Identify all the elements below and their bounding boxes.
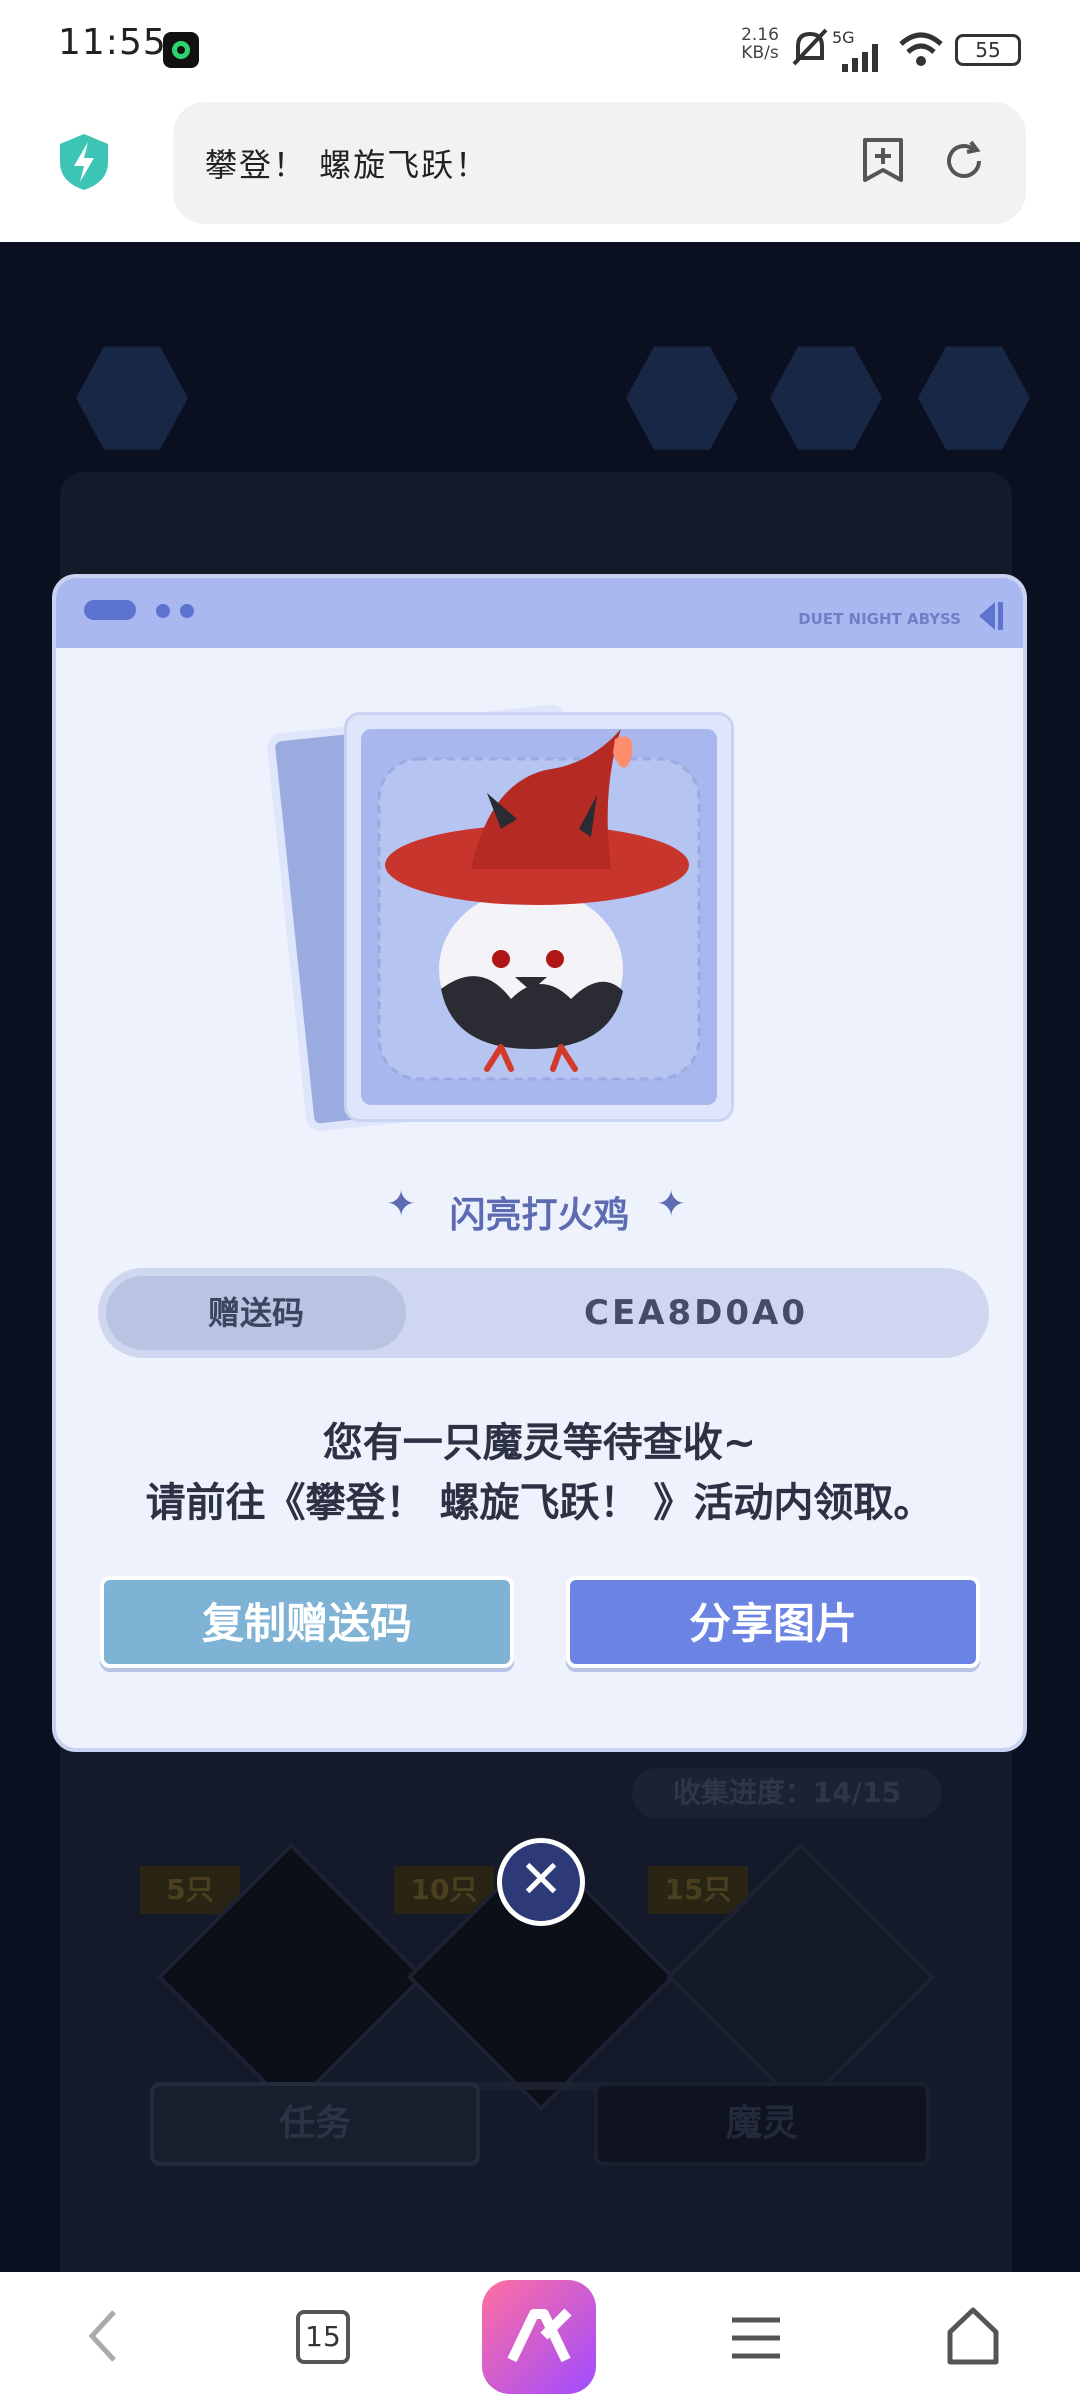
- home-icon[interactable]: [76, 346, 188, 450]
- wifi-icon: [898, 32, 944, 68]
- music-icon[interactable]: [770, 346, 882, 450]
- add-bookmark-icon[interactable]: [861, 136, 905, 184]
- gift-code-value[interactable]: CEA8D0A0: [476, 1276, 916, 1350]
- header-dot-icon: [180, 604, 194, 618]
- message-line-2: 请前往《攀登！ 螺旋飞跃！ 》活动内领取。: [145, 1480, 934, 1526]
- status-bar: 11:55 2.16 KB/s 5G 55: [0, 0, 1080, 96]
- tab-spirits[interactable]: 魔灵: [594, 2082, 930, 2166]
- sparkle-icon: ✦: [386, 1184, 417, 1225]
- ai-assistant-icon[interactable]: [482, 2280, 596, 2394]
- refresh-icon[interactable]: [941, 138, 987, 184]
- tabs-button[interactable]: 15: [296, 2310, 350, 2364]
- browser-bottom-bar: 15: [0, 2272, 1080, 2400]
- character-name: ✦ 闪亮打火鸡 ✦: [56, 1184, 1023, 1238]
- milestone-15: 15只: [648, 1866, 748, 1914]
- brand-text: DUET NIGHT ABYSS: [798, 610, 961, 628]
- music-app-icon: [163, 32, 199, 68]
- spirit-card: [344, 712, 734, 1122]
- share-icon[interactable]: [918, 346, 1030, 450]
- header-dot-icon: [156, 604, 170, 618]
- signal-icon: [840, 44, 884, 72]
- gift-code-dialog: DUET NIGHT ABYSS ✦ 闪亮打火鸡 ✦ 赠送码 CEA8D0A0 …: [52, 574, 1027, 1752]
- message-line-1: 您有一只魔灵等待查收~: [322, 1420, 757, 1466]
- net-speed-unit: KB/s: [741, 43, 779, 63]
- sparkle-icon: ✦: [656, 1184, 687, 1225]
- header-pill-icon: [84, 600, 136, 620]
- clock: 11:55: [58, 22, 167, 63]
- page-title[interactable]: 攀登！ 螺旋飞跃！: [205, 140, 489, 186]
- help-icon[interactable]: [626, 346, 738, 450]
- battery-indicator: 55: [955, 34, 1021, 66]
- mute-icon: [790, 26, 830, 70]
- character-name-text: 闪亮打火鸡: [449, 1195, 630, 1236]
- menu-icon[interactable]: [730, 2316, 782, 2360]
- fire-chicken-icon: [377, 729, 701, 1081]
- close-icon[interactable]: ✕: [497, 1838, 585, 1926]
- dialog-header: DUET NIGHT ABYSS: [56, 578, 1023, 648]
- progress-label: 收集进度：14/15: [632, 1768, 942, 1818]
- tab-tasks[interactable]: 任务: [150, 2082, 480, 2166]
- back-icon[interactable]: [84, 2306, 124, 2366]
- net-speed-value: 2.16: [741, 25, 779, 45]
- header-arrow-icon: [973, 600, 1005, 632]
- spirit-portrait: [361, 729, 717, 1105]
- home-icon[interactable]: [944, 2306, 1002, 2366]
- gift-code-label: 赠送码: [106, 1276, 406, 1350]
- shield-bolt-icon[interactable]: [56, 132, 112, 192]
- copy-code-button[interactable]: 复制赠送码: [100, 1576, 514, 1668]
- network-speed: 2.16 KB/s: [736, 26, 784, 62]
- share-image-button[interactable]: 分享图片: [566, 1576, 980, 1668]
